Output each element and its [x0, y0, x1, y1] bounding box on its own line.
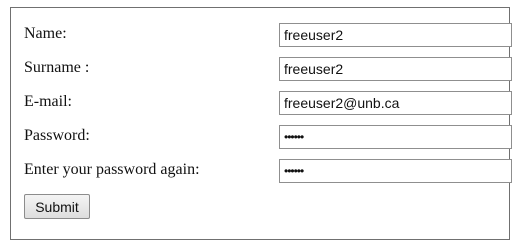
password-row: Password:	[24, 125, 512, 149]
password-confirm-input[interactable]	[279, 159, 512, 183]
email-input[interactable]	[279, 91, 512, 115]
surname-label: Surname :	[24, 59, 90, 76]
surname-row: Surname :	[24, 57, 512, 81]
name-label: Name:	[24, 25, 67, 42]
submit-button[interactable]: Submit	[24, 194, 90, 219]
password-label: Password:	[24, 127, 90, 144]
password-confirm-row: Enter your password again:	[24, 159, 512, 183]
password-confirm-label: Enter your password again:	[24, 161, 200, 178]
surname-input[interactable]	[279, 57, 512, 81]
email-row: E-mail:	[24, 91, 512, 115]
name-row: Name:	[24, 23, 512, 47]
name-input[interactable]	[279, 23, 512, 47]
password-input[interactable]	[279, 125, 512, 149]
registration-form: Name: Surname : E-mail: Password: Enter …	[10, 7, 512, 240]
email-label: E-mail:	[24, 93, 72, 110]
